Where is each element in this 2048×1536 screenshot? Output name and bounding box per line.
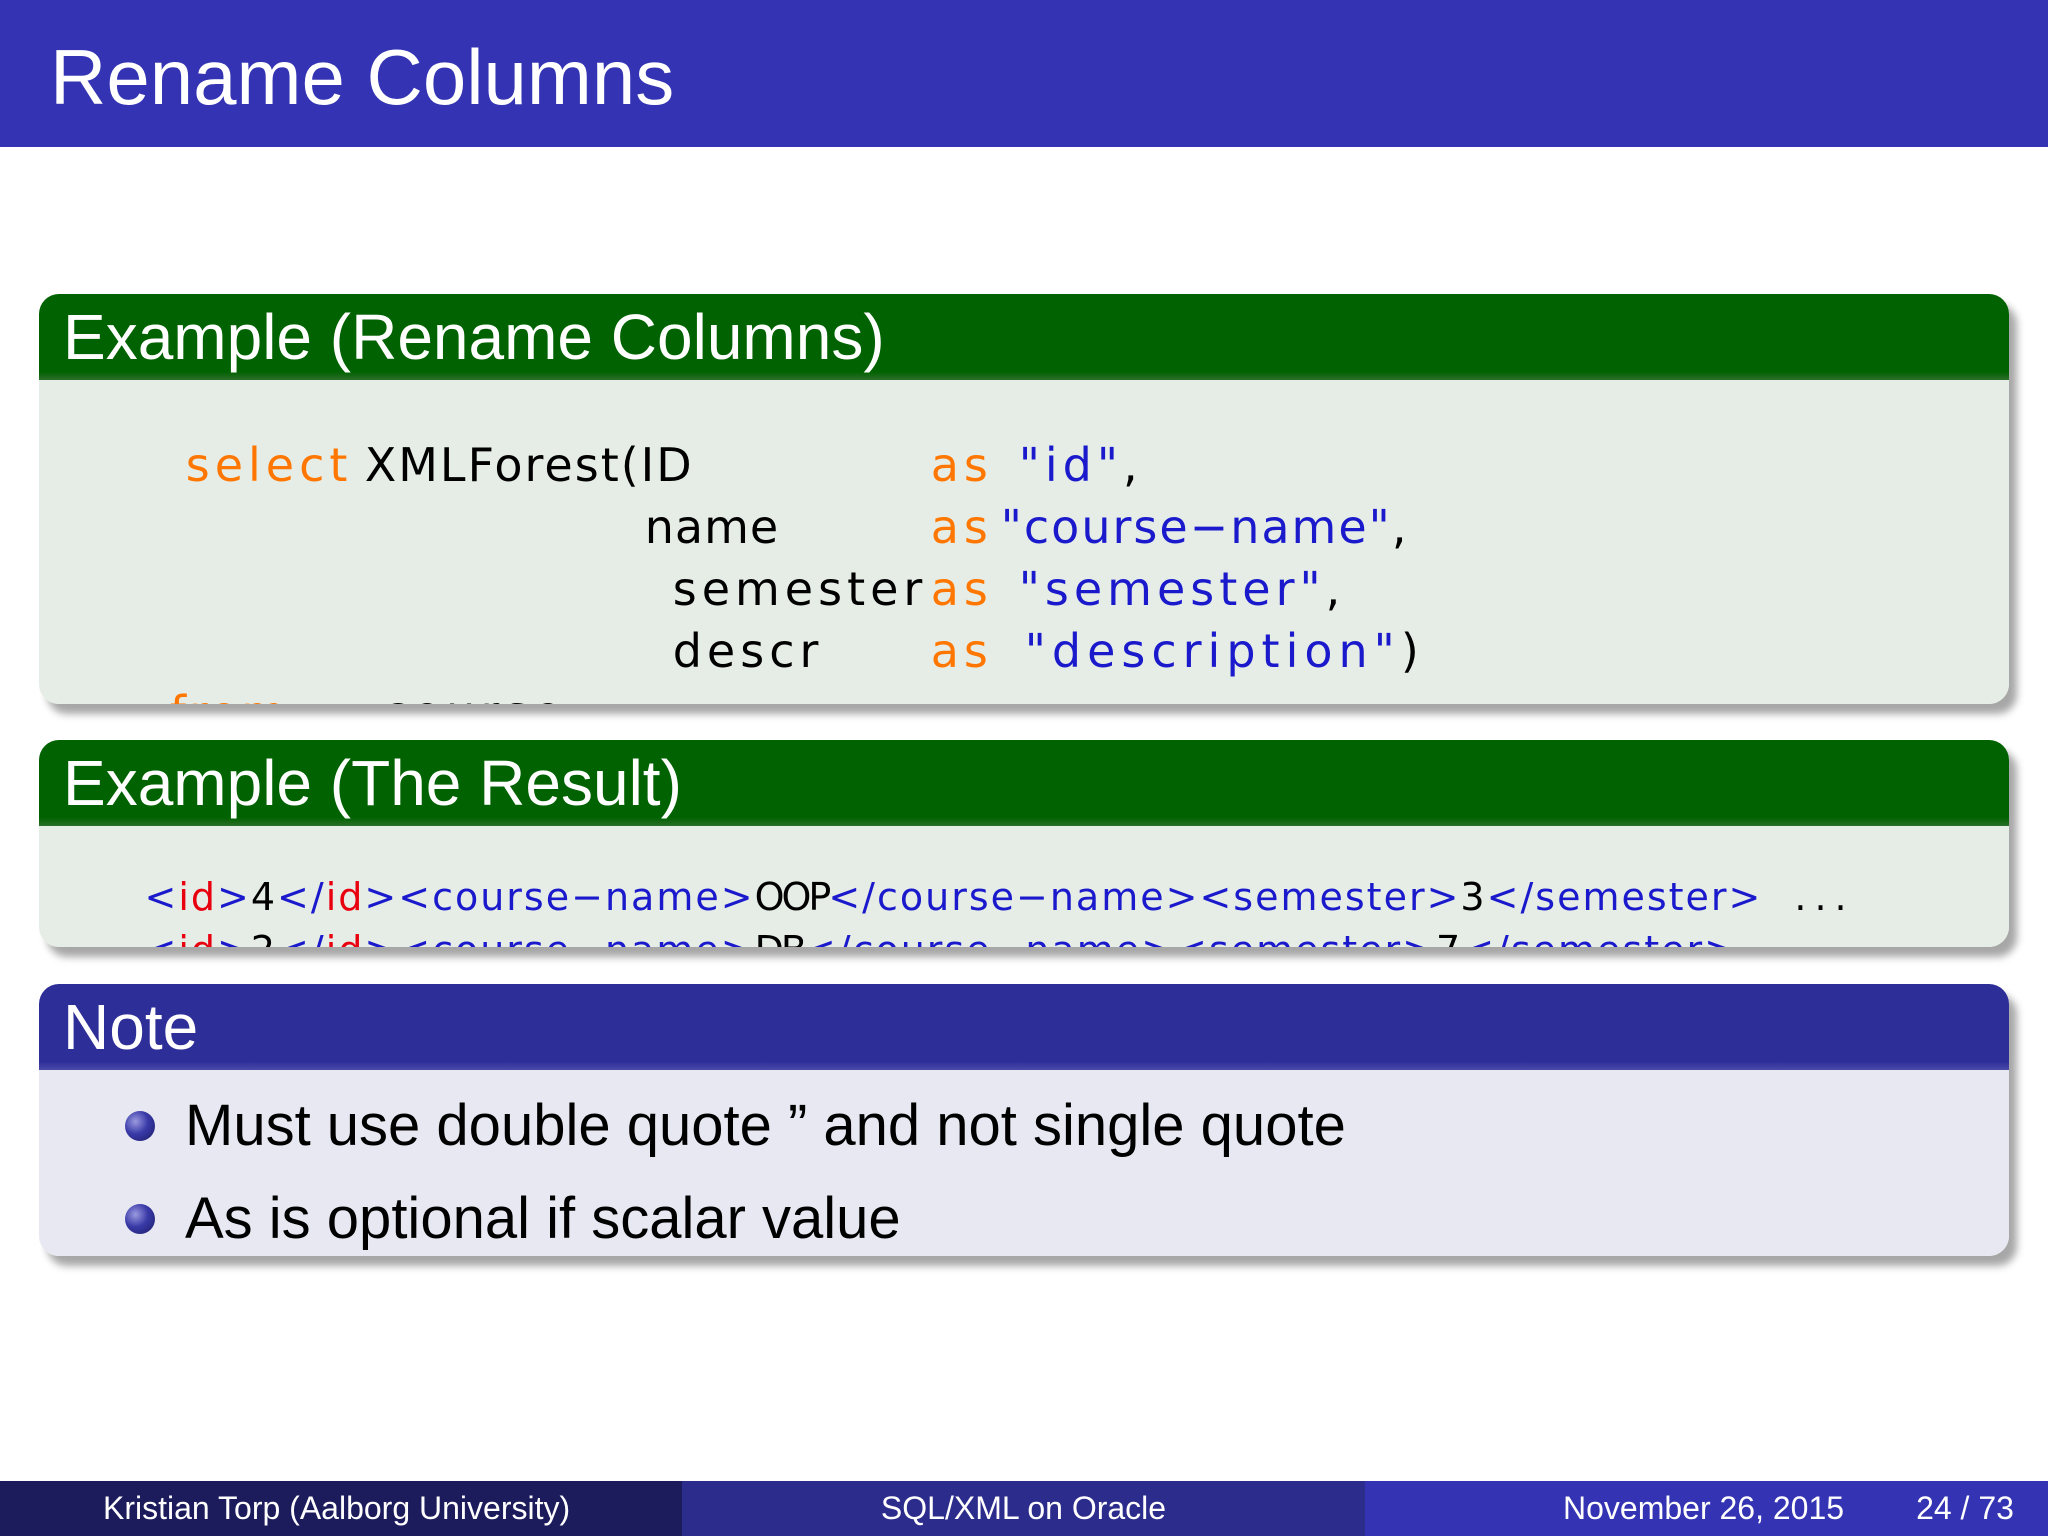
note-block: Note Must use double quote ” and not sin… bbox=[39, 984, 2009, 1256]
block-title: Note bbox=[63, 991, 199, 1063]
result-line: <id>2</id><course−name>DB</course−name><… bbox=[60, 893, 1830, 947]
slide-title: Rename Columns bbox=[50, 33, 675, 121]
table-course: course bbox=[383, 686, 567, 704]
footer-author: Kristian Torp (Aalborg University) bbox=[103, 1490, 571, 1526]
footer: Kristian Torp (Aalborg University) SQL/X… bbox=[0, 1481, 2048, 1536]
block-title: Example (The Result) bbox=[63, 747, 682, 819]
column-descr: descr bbox=[672, 624, 824, 678]
list-item-text: As is optional if scalar value bbox=[185, 1186, 901, 1251]
title-bar: Rename Columns bbox=[0, 0, 2048, 147]
block-title: Example (Rename Columns) bbox=[63, 301, 885, 373]
result-listing: <id>4</id><course−name>OOP</course−name>… bbox=[39, 826, 2009, 947]
footer-date: November 26, 2015 bbox=[1563, 1490, 1845, 1526]
footer-page-number: 24 / 73 bbox=[1916, 1490, 2014, 1526]
footer-date-section: November 26, 2015 24 / 73 bbox=[1365, 1481, 2048, 1536]
example-rename-columns-block: Example (Rename Columns) select XMLFores… bbox=[39, 294, 2009, 704]
code-listing: select XMLForest(ID as "id", name as "co… bbox=[39, 380, 2009, 704]
footer-title-section: SQL/XML on Oracle bbox=[682, 1481, 1365, 1536]
block-header: Example (Rename Columns) bbox=[39, 294, 2009, 380]
note-list: Must use double quote ” and not single q… bbox=[39, 1070, 2009, 1256]
bullet-icon bbox=[125, 1204, 155, 1234]
punctuation: ) bbox=[1400, 624, 1425, 678]
ellipsis: ... bbox=[1770, 928, 1830, 947]
example-result-block: Example (The Result) <id>4</id><course−n… bbox=[39, 740, 2009, 947]
list-item-text: Must use double quote ” and not single q… bbox=[185, 1093, 1346, 1158]
code-token: descr bbox=[555, 582, 823, 704]
string-alias: "description" bbox=[1024, 624, 1401, 678]
list-item: As is optional if scalar value bbox=[125, 1190, 901, 1248]
code-token: from bbox=[64, 644, 289, 704]
result-course-name: DB bbox=[755, 928, 807, 947]
code-token: "description") bbox=[901, 582, 1425, 704]
result-semester: 7 bbox=[1436, 928, 1462, 947]
list-item: Must use double quote ” and not single q… bbox=[125, 1097, 1346, 1155]
footer-author-section: Kristian Torp (Aalborg University) bbox=[0, 1481, 682, 1536]
block-header: Example (The Result) bbox=[39, 740, 2009, 826]
code-token: course bbox=[265, 644, 567, 704]
punctuation: , bbox=[1391, 500, 1409, 554]
result-id: 2 bbox=[251, 928, 277, 947]
footer-talk-title: SQL/XML on Oracle bbox=[880, 1490, 1167, 1526]
bullet-icon bbox=[125, 1111, 155, 1141]
block-header: Note bbox=[39, 984, 2009, 1070]
